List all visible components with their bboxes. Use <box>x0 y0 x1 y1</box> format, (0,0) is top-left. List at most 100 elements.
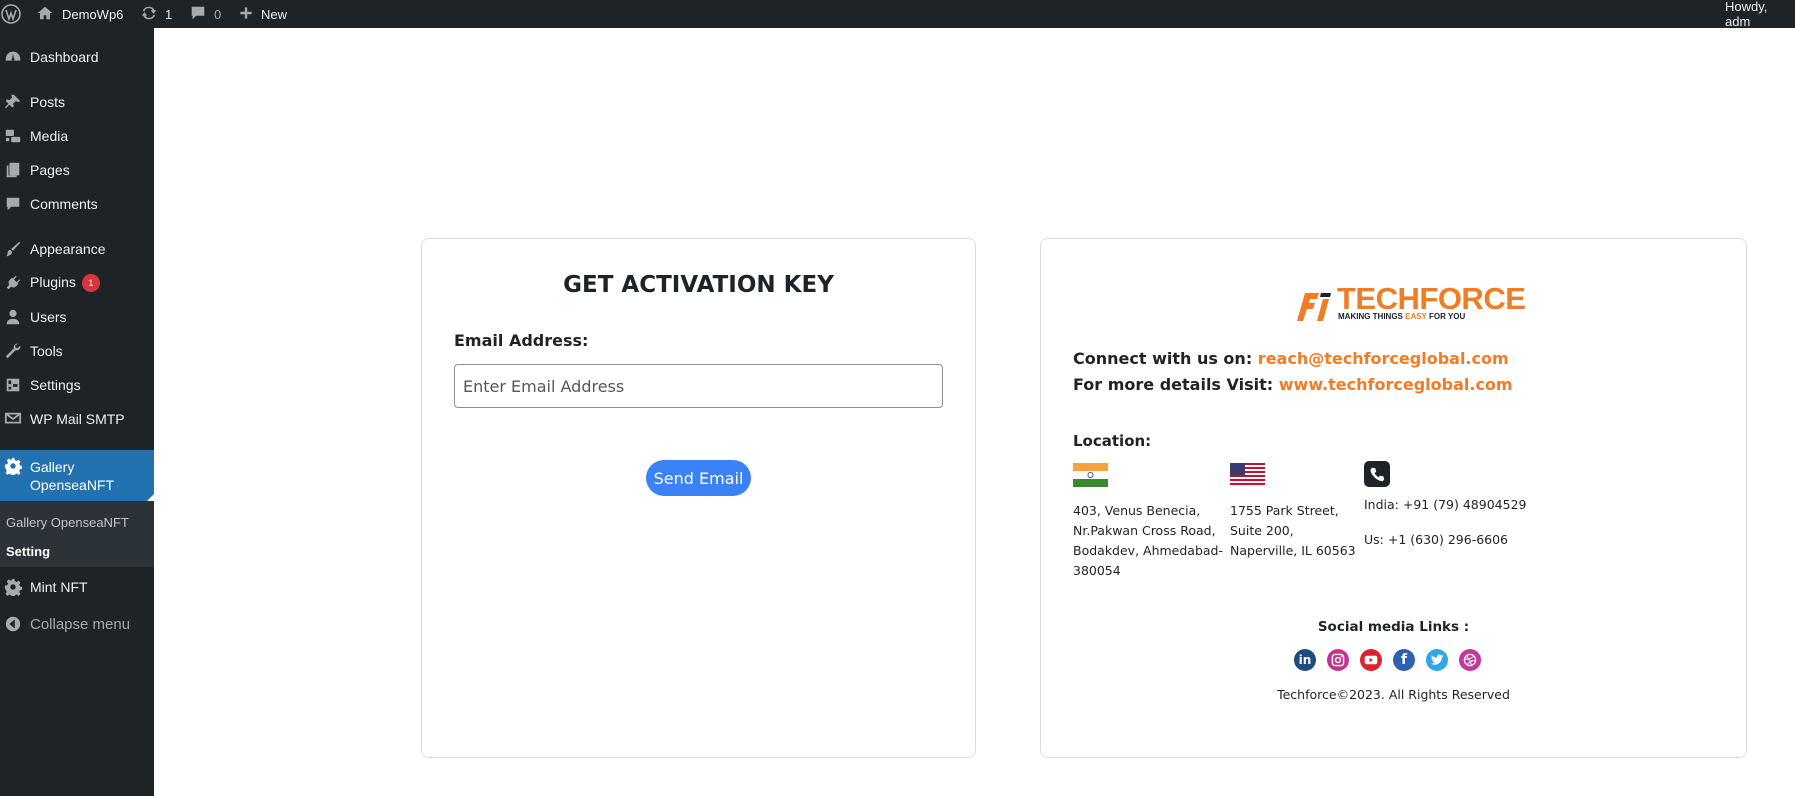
sidebar-label: Appearance <box>30 241 106 257</box>
settings-icon <box>3 375 23 395</box>
plugins-label: Plugins <box>30 273 76 290</box>
gallery-label-line2: OpenseaNFT <box>30 477 115 493</box>
site-name: DemoWp6 <box>62 6 124 22</box>
sidebar-label: Media <box>30 128 69 144</box>
submenu-item-gallery-openseanft[interactable]: Gallery OpenseaNFT <box>6 515 129 530</box>
sidebar-label: Tools <box>30 343 63 359</box>
us-phone: Us: +1 (630) 296-6606 <box>1364 532 1509 547</box>
activation-key-card: GET ACTIVATION KEY Email Address: Send E… <box>421 238 976 758</box>
gallery-label-line1: Gallery <box>30 459 75 475</box>
comments-link[interactable]: 0 <box>189 0 221 28</box>
sidebar-label: Collapse menu <box>30 615 131 633</box>
comments-icon <box>3 194 23 214</box>
us-flag-icon <box>1230 463 1265 487</box>
address-line: 1755 Park Street, <box>1230 503 1339 518</box>
gallery-submenu: Gallery OpenseaNFT Setting <box>0 501 154 567</box>
pages-icon <box>3 160 23 180</box>
admin-bar: DemoWp6 1 0 New Howdy, adm <box>0 0 1795 29</box>
email-input[interactable] <box>454 364 943 408</box>
connect-line: Connect with us on: reach@techforcegloba… <box>1073 349 1509 368</box>
mail-icon <box>3 409 23 429</box>
sidebar-item-comments[interactable]: Comments <box>0 189 154 219</box>
visit-line: For more details Visit: www.techforceglo… <box>1073 375 1513 394</box>
logo-tagline: MAKING THINGS EASY FOR YOU <box>1338 312 1465 321</box>
logo-tagline-post: FOR YOU <box>1426 312 1466 321</box>
sidebar-item-mint-nft[interactable]: Mint NFT <box>0 572 154 602</box>
sidebar-item-pages[interactable]: Pages <box>0 155 154 185</box>
social-media-label: Social media Links : <box>1317 619 1470 635</box>
dribbble-icon[interactable] <box>1459 649 1481 671</box>
updates-link[interactable]: 1 <box>140 0 172 28</box>
sidebar-label: Dashboard <box>30 49 99 65</box>
copyright-text: Techforce©2023. All Rights Reserved <box>1277 687 1510 702</box>
gear-icon <box>3 456 23 476</box>
media-icon <box>3 126 23 146</box>
instagram-icon[interactable] <box>1327 649 1349 671</box>
comments-count: 0 <box>214 6 222 22</box>
new-label: New <box>261 6 288 22</box>
india-flag-icon <box>1073 463 1108 487</box>
facebook-icon[interactable]: f <box>1393 649 1415 671</box>
connect-label: Connect with us on: <box>1073 349 1253 368</box>
us-address: 1755 Park Street, Suite 200, Naperville,… <box>1230 501 1356 561</box>
sidebar-item-posts[interactable]: Posts <box>0 87 154 117</box>
sidebar-item-appearance[interactable]: Appearance <box>0 234 154 264</box>
send-email-button[interactable]: Send Email <box>646 460 751 496</box>
dashboard-icon <box>3 47 23 67</box>
plug-icon <box>3 273 23 293</box>
user-icon <box>3 307 23 327</box>
sidebar-item-wp-mail-smtp[interactable]: WP Mail SMTP <box>0 404 154 434</box>
comment-bubble-icon <box>189 4 207 25</box>
address-line: Suite 200, <box>1230 523 1294 538</box>
site-name-link[interactable]: DemoWp6 <box>36 0 123 28</box>
twitter-icon[interactable] <box>1426 649 1448 671</box>
sidebar-item-users[interactable]: Users <box>0 302 154 332</box>
sidebar-label: Users <box>30 309 67 325</box>
activation-card-title: GET ACTIVATION KEY <box>563 272 834 298</box>
sidebar-item-dashboard[interactable]: Dashboard <box>0 42 154 72</box>
collapse-icon <box>3 614 23 634</box>
logo-tagline-highlight: EASY <box>1405 312 1427 321</box>
howdy-account[interactable]: Howdy, adm <box>1725 0 1795 29</box>
sidebar-item-media[interactable]: Media <box>0 121 154 151</box>
sidebar-item-plugins[interactable]: Plugins 1 <box>0 268 154 298</box>
logo-tagline-pre: MAKING THINGS <box>1338 312 1406 321</box>
sidebar-label: Pages <box>30 162 70 178</box>
youtube-icon[interactable] <box>1360 649 1382 671</box>
plugins-update-badge: 1 <box>81 274 100 293</box>
address-line: Naperville, IL 60563 <box>1230 543 1356 558</box>
address-line: 380054 <box>1073 563 1121 578</box>
wordpress-logo-icon[interactable] <box>1 0 21 28</box>
gear-icon <box>3 577 23 597</box>
company-info-card: TECHFORCE MAKING THINGS EASY FOR YOU Con… <box>1040 238 1747 758</box>
india-phone: India: +91 (79) 48904529 <box>1364 497 1527 512</box>
wrench-icon <box>3 341 23 361</box>
pin-icon <box>3 92 23 112</box>
sidebar-label: Comments <box>30 196 98 212</box>
visit-label: For more details Visit: <box>1073 375 1274 394</box>
website-link[interactable]: www.techforceglobal.com <box>1279 375 1513 394</box>
phone-icon <box>1364 461 1390 487</box>
sidebar-item-settings[interactable]: Settings <box>0 370 154 400</box>
new-content-link[interactable]: New <box>238 0 287 28</box>
techforce-logo: TECHFORCE MAKING THINGS EASY FOR YOU <box>1295 281 1526 323</box>
submenu-item-setting[interactable]: Setting <box>6 544 50 559</box>
sidebar-label: Plugins 1 <box>30 273 100 293</box>
address-line: Nr.Pakwan Cross Road, <box>1073 523 1216 538</box>
sidebar-item-gallery-openseanft[interactable]: Gallery OpenseaNFT <box>0 450 154 501</box>
email-address-label: Email Address: <box>454 331 589 350</box>
sidebar-label: Mint NFT <box>30 579 88 595</box>
updates-count: 1 <box>165 6 173 22</box>
sidebar-item-tools[interactable]: Tools <box>0 336 154 366</box>
contact-email-link[interactable]: reach@techforceglobal.com <box>1258 349 1509 368</box>
techforce-logo-mark <box>1297 293 1331 321</box>
address-line: 403, Venus Benecia, <box>1073 503 1201 518</box>
location-label: Location: <box>1073 432 1152 450</box>
linkedin-icon[interactable]: in <box>1294 649 1316 671</box>
admin-sidebar: Dashboard Posts Media Pages Comments App… <box>0 28 154 796</box>
sidebar-label: WP Mail SMTP <box>30 411 125 427</box>
updates-icon <box>140 4 158 25</box>
sidebar-label: Settings <box>30 377 81 393</box>
plus-icon <box>238 5 254 24</box>
collapse-menu-button[interactable]: Collapse menu <box>0 609 154 639</box>
